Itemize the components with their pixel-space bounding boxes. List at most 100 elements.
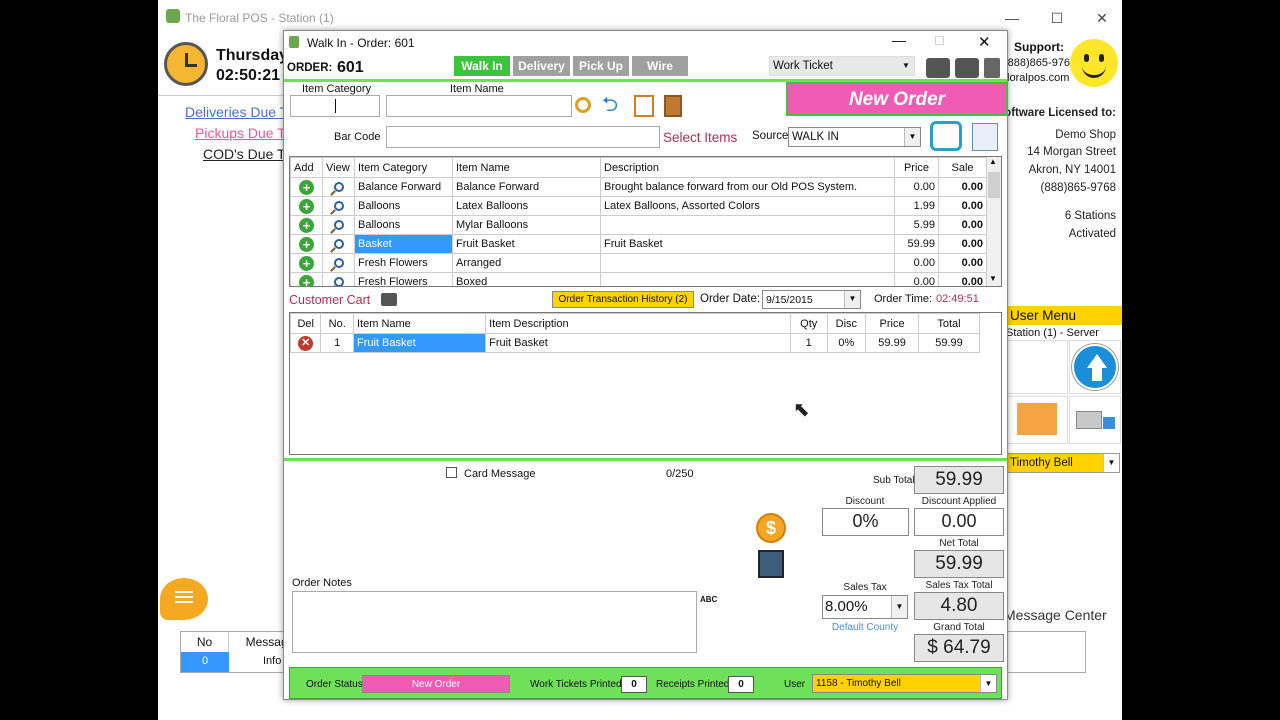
order-history-button[interactable]: Order Transaction History (2): [552, 291, 694, 308]
add-item-icon[interactable]: +: [299, 274, 314, 286]
card-message-count: 0/250: [666, 468, 694, 480]
view-item-icon[interactable]: [333, 181, 344, 192]
work-tickets-count: 0: [621, 676, 647, 693]
table-row[interactable]: + Basket Fruit Basket Fruit Basket 59.99…: [290, 234, 987, 254]
order-date-picker[interactable]: 9/15/2015 ▼: [762, 290, 861, 309]
tab-delivery[interactable]: Delivery: [513, 56, 570, 76]
msg-row-message[interactable]: Info: [263, 655, 281, 667]
tab-wire[interactable]: Wire: [632, 56, 688, 76]
items-scrollbar[interactable]: ▲ ▼: [986, 157, 1001, 286]
msg-row-no[interactable]: 0: [181, 652, 229, 672]
ticket-type-select[interactable]: Work Ticket ▼: [769, 56, 915, 76]
close-icon[interactable]: ✕: [1092, 10, 1112, 27]
cart-price-cell[interactable]: 59.99: [865, 333, 919, 353]
col-item-name[interactable]: Item Name: [452, 157, 601, 178]
scroll-down-icon[interactable]: ▼: [989, 274, 997, 283]
add-item-icon[interactable]: +: [299, 255, 314, 271]
cart-description-cell[interactable]: Fruit Basket: [485, 333, 791, 353]
col-sale[interactable]: Sale: [938, 157, 987, 178]
add-item-icon[interactable]: +: [299, 198, 314, 214]
user-select[interactable]: 1158 - Timothy Bell ▼: [812, 674, 997, 693]
col-cart-item-name[interactable]: Item Name: [352, 313, 487, 334]
shelf-icon[interactable]: [664, 95, 682, 117]
discount-input[interactable]: 0%: [822, 508, 909, 536]
delivery-truck-tile[interactable]: [1069, 396, 1121, 444]
add-item-icon[interactable]: +: [299, 217, 314, 233]
view-item-icon[interactable]: [333, 219, 344, 230]
minimize-icon[interactable]: —: [892, 32, 906, 48]
search-icon[interactable]: [575, 97, 591, 113]
order-notes-textarea[interactable]: [292, 591, 697, 653]
item-name-cell: Mylar Balloons: [452, 215, 601, 235]
view-item-icon[interactable]: [333, 200, 344, 211]
tab-pick-up[interactable]: Pick Up: [573, 56, 629, 76]
scroll-up-icon[interactable]: ▲: [989, 157, 997, 166]
card-message-checkbox[interactable]: [446, 467, 457, 478]
support-site: floralpos.com: [1004, 72, 1070, 84]
table-row[interactable]: + Balloons Latex Balloons Latex Balloons…: [290, 196, 987, 216]
col-item-description[interactable]: Item Description: [485, 313, 791, 334]
undo-icon[interactable]: ⮌: [602, 95, 618, 115]
schedule-tile[interactable]: [1006, 396, 1068, 444]
chat-icon[interactable]: [160, 578, 208, 620]
maximize-icon[interactable]: ☐: [1047, 10, 1067, 27]
cart-qty-cell[interactable]: 1: [789, 333, 828, 353]
col-item-category[interactable]: Item Category: [354, 157, 453, 178]
sales-tax-select[interactable]: 8.00% ▼: [822, 595, 908, 619]
upload-tile[interactable]: [1069, 340, 1121, 394]
col-price[interactable]: Price: [894, 157, 939, 178]
col-qty[interactable]: Qty: [789, 313, 828, 334]
col-description[interactable]: Description: [600, 157, 895, 178]
customer-lookup-icon[interactable]: [930, 121, 962, 151]
background-user-select[interactable]: Timothy Bell ▼: [1006, 453, 1120, 473]
view-item-icon[interactable]: [333, 257, 344, 268]
item-name-input[interactable]: [386, 95, 572, 117]
view-item-icon[interactable]: [333, 276, 344, 286]
cart-item-name-cell[interactable]: Fruit Basket: [352, 333, 487, 353]
shop-name: Demo Shop: [1055, 129, 1116, 141]
col-total[interactable]: Total: [917, 313, 981, 334]
table-row[interactable]: + Balance Forward Balance Forward Brough…: [290, 177, 987, 197]
document-icon[interactable]: [972, 123, 998, 151]
description-cell: [600, 215, 895, 235]
view-item-icon[interactable]: [333, 238, 344, 249]
col-disc[interactable]: Disc: [826, 313, 867, 334]
bar-code-input[interactable]: [386, 126, 660, 148]
new-order-button[interactable]: New Order: [786, 82, 1008, 116]
item-category-input[interactable]: [290, 95, 380, 117]
trash-icon[interactable]: [984, 58, 1000, 78]
col-no[interactable]: No.: [320, 313, 354, 334]
minimize-icon[interactable]: —: [1002, 10, 1022, 26]
cods-due-link[interactable]: COD's Due To: [203, 146, 292, 162]
col-view[interactable]: View: [322, 157, 355, 178]
close-icon[interactable]: ✕: [978, 33, 991, 51]
menu-tile-left[interactable]: [1006, 340, 1068, 394]
col-cart-price[interactable]: Price: [865, 313, 919, 334]
printer-icon[interactable]: [926, 58, 950, 78]
printer-icon[interactable]: [381, 293, 397, 306]
col-del[interactable]: Del: [290, 313, 322, 334]
default-county-link[interactable]: Default County: [822, 622, 908, 633]
save-icon[interactable]: [758, 550, 784, 578]
table-row[interactable]: + Balloons Mylar Balloons 5.99 0.00: [290, 215, 987, 235]
add-list-icon[interactable]: [634, 95, 654, 117]
tab-walk-in[interactable]: Walk In: [454, 56, 510, 76]
pickups-due-link[interactable]: Pickups Due To: [195, 125, 292, 141]
day-label: Thursday: [216, 47, 289, 64]
spellcheck-icon[interactable]: ABC: [700, 595, 717, 604]
table-row[interactable]: + Fresh Flowers Arranged 0.00 0.00: [290, 253, 987, 273]
cart-disc-cell[interactable]: 0%: [826, 333, 867, 353]
add-item-icon[interactable]: +: [299, 179, 314, 195]
payment-icon[interactable]: $: [756, 513, 786, 543]
price-cell: 5.99: [894, 215, 939, 235]
add-item-icon[interactable]: +: [299, 236, 314, 252]
source-select[interactable]: WALK IN ▼: [788, 127, 921, 147]
printer-icon[interactable]: [955, 58, 979, 78]
deliveries-due-link[interactable]: Deliveries Due To: [185, 104, 294, 120]
table-row[interactable]: + Fresh Flowers Boxed 0.00 0.00: [290, 272, 987, 286]
delete-item-icon[interactable]: ✕: [298, 335, 314, 351]
cart-row[interactable]: ✕ 1 Fruit Basket Fruit Basket 1 0% 59.99…: [290, 333, 981, 353]
shop-phone: (888)865-9768: [1040, 182, 1116, 194]
col-add[interactable]: Add: [290, 157, 323, 178]
receipts-count: 0: [728, 676, 754, 693]
